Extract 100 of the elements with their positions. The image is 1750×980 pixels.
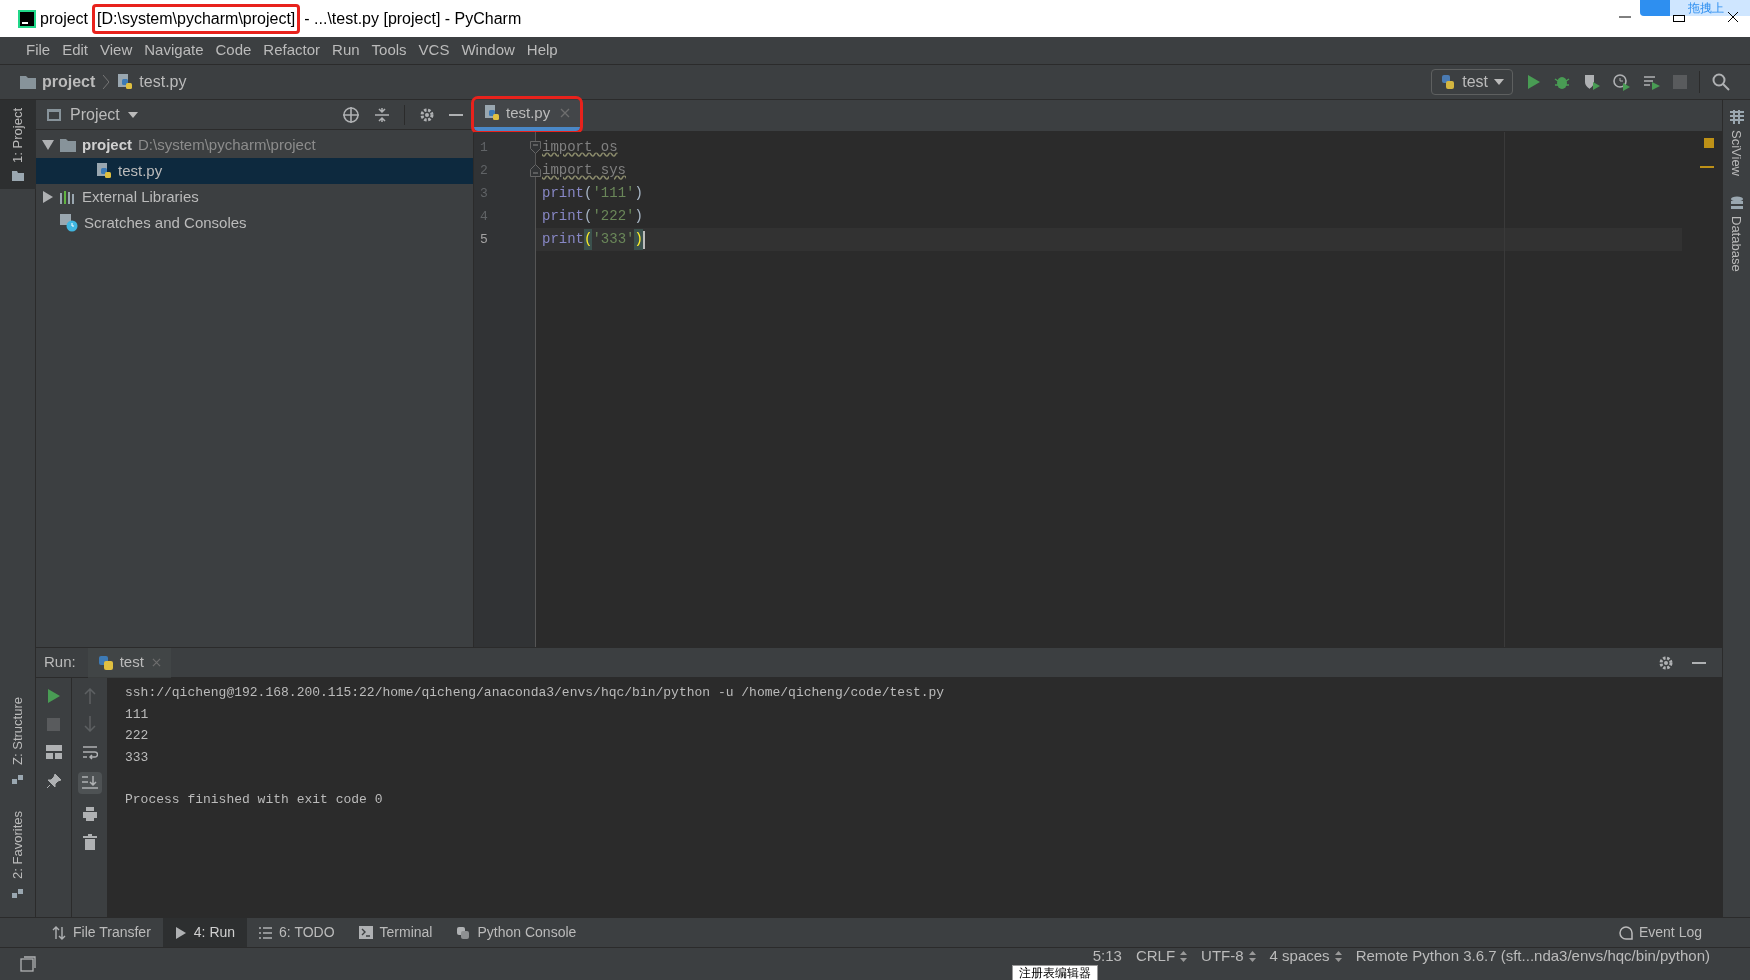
warning-marker[interactable] [1700, 166, 1714, 168]
menu-item[interactable]: Tools [365, 39, 413, 62]
editor-tab[interactable]: test.py [474, 99, 581, 131]
terminal-icon [358, 926, 373, 939]
panel-icon [46, 106, 62, 123]
python-icon [1440, 74, 1457, 90]
tool-window-tab[interactable]: Z: Structure [0, 689, 36, 794]
menu-item[interactable]: Navigate [138, 39, 210, 62]
up-down-caret-icon [1180, 951, 1188, 962]
tool-window-tab[interactable]: Database [1726, 196, 1747, 272]
status-item[interactable]: CRLF [1135, 945, 1188, 968]
window-title: project [40, 8, 89, 29]
code-line: print('111') [541, 184, 644, 203]
caret-icon [127, 111, 138, 118]
tree-item[interactable]: Scratches and Consoles [36, 210, 473, 236]
collapse-icon[interactable] [374, 106, 390, 123]
scroll-to-end-icon[interactable] [77, 772, 102, 794]
menu-item[interactable]: Code [209, 39, 258, 62]
menu-item[interactable]: Edit [56, 39, 95, 62]
settings-icon[interactable] [1658, 654, 1674, 671]
expanded-arrow-icon[interactable] [42, 140, 54, 150]
panel-toggle-icon[interactable] [20, 956, 36, 972]
settings-icon[interactable] [419, 106, 435, 123]
status-item[interactable]: 5:13 [1092, 945, 1122, 968]
todo-icon [259, 926, 273, 939]
database-icon [1729, 196, 1744, 210]
scratch-icon [60, 214, 78, 232]
transfer-icon [52, 925, 66, 940]
menu-item[interactable]: Run [326, 39, 366, 62]
trash-icon[interactable] [82, 834, 97, 850]
grid-icon [1729, 110, 1744, 124]
soft-wrap-icon[interactable] [81, 744, 98, 760]
console-line: Process finished with exit code 0 [125, 791, 384, 809]
menu-item[interactable]: View [94, 39, 139, 62]
project-view-dropdown[interactable]: Project [70, 102, 138, 127]
tree-item[interactable]: project D:\system\pycharm\project [36, 132, 473, 158]
text-cursor [642, 230, 645, 249]
tool-window-button[interactable]: Python Console [444, 917, 589, 948]
rerun-icon[interactable] [46, 688, 61, 704]
up-down-caret-icon [1248, 951, 1256, 962]
tree-item[interactable]: External Libraries [36, 184, 473, 210]
tool-window-tab[interactable]: 1: Project [0, 100, 36, 189]
status-item[interactable]: UTF-8 [1201, 945, 1256, 968]
run-icon[interactable] [1525, 74, 1541, 90]
tooltip: 注册表编辑器 [1012, 965, 1098, 980]
window-title: - ...\test.py [project] - PyCharm [304, 8, 522, 29]
layout-icon[interactable] [45, 745, 62, 759]
tool-window-tab[interactable]: 2: Favorites [0, 803, 36, 907]
fold-icon[interactable] [530, 164, 541, 177]
folder-icon [20, 75, 36, 89]
chevron-icon [103, 75, 110, 89]
python-icon [456, 925, 471, 940]
code-line: print('222') [541, 207, 644, 226]
python-file-icon [484, 105, 500, 121]
console-line: 222 [125, 727, 150, 745]
collapsed-arrow-icon[interactable] [42, 191, 54, 203]
menu-item[interactable]: VCS [412, 39, 456, 62]
run-tab[interactable]: test [87, 647, 171, 678]
line-number: 5 [480, 230, 488, 249]
run-config-dropdown[interactable]: test [1431, 69, 1513, 95]
caret-icon [1494, 79, 1504, 85]
tree-item[interactable]: test.py [36, 158, 473, 184]
window-title: [D:\system\pycharm\project] [92, 3, 301, 34]
tool-window-button[interactable]: 4: Run [162, 917, 248, 948]
locate-icon[interactable] [342, 105, 360, 124]
menu-item[interactable]: File [20, 39, 57, 62]
menu-item[interactable]: Refactor [257, 39, 327, 62]
tool-window-button[interactable]: File Transfer [40, 917, 163, 948]
breadcrumb[interactable]: test.py [117, 70, 187, 94]
print-icon[interactable] [81, 806, 98, 822]
profile-icon[interactable] [1613, 73, 1631, 91]
library-icon [60, 190, 76, 204]
tool-window-tab[interactable]: SciView [1726, 110, 1747, 176]
fold-icon[interactable] [530, 141, 541, 154]
menu-item[interactable]: Window [455, 39, 521, 62]
pycharm-logo-icon [18, 9, 36, 28]
coverage-icon[interactable] [1583, 73, 1601, 91]
blocks-icon [11, 887, 24, 899]
folder-icon [60, 138, 76, 152]
blocks-icon [11, 773, 24, 786]
python-file-icon [117, 74, 134, 90]
run-list-icon[interactable] [1643, 73, 1661, 91]
console-line: ssh://qicheng@192.168.200.115:22/home/qicheng/anaconda3/envs/hqc/bin/python -u /home/qicheng/code/test.py [125, 684, 946, 702]
pin-icon[interactable] [45, 773, 62, 789]
console-line: 111 [125, 705, 150, 724]
menu-item[interactable]: Help [520, 39, 564, 62]
speech-bubble-icon [1618, 925, 1633, 940]
tool-window-button[interactable]: 6: TODO [247, 917, 347, 948]
warning-marker[interactable] [1704, 138, 1714, 148]
breadcrumb[interactable]: project [20, 70, 96, 94]
event-log-button[interactable]: Event Log [1618, 922, 1702, 943]
run-icon [174, 926, 187, 939]
run-label: Run: [44, 652, 76, 673]
python-icon [97, 654, 114, 671]
search-icon[interactable] [1712, 73, 1730, 91]
status-item[interactable]: 4 spaces [1269, 945, 1342, 968]
console-line: 333 [125, 748, 150, 767]
folder-icon [11, 170, 24, 181]
status-item[interactable]: Remote Python 3.6.7 (sft...nda3/envs/hqc/bin/python) [1355, 945, 1710, 968]
tool-window-button[interactable]: Terminal [346, 917, 445, 948]
